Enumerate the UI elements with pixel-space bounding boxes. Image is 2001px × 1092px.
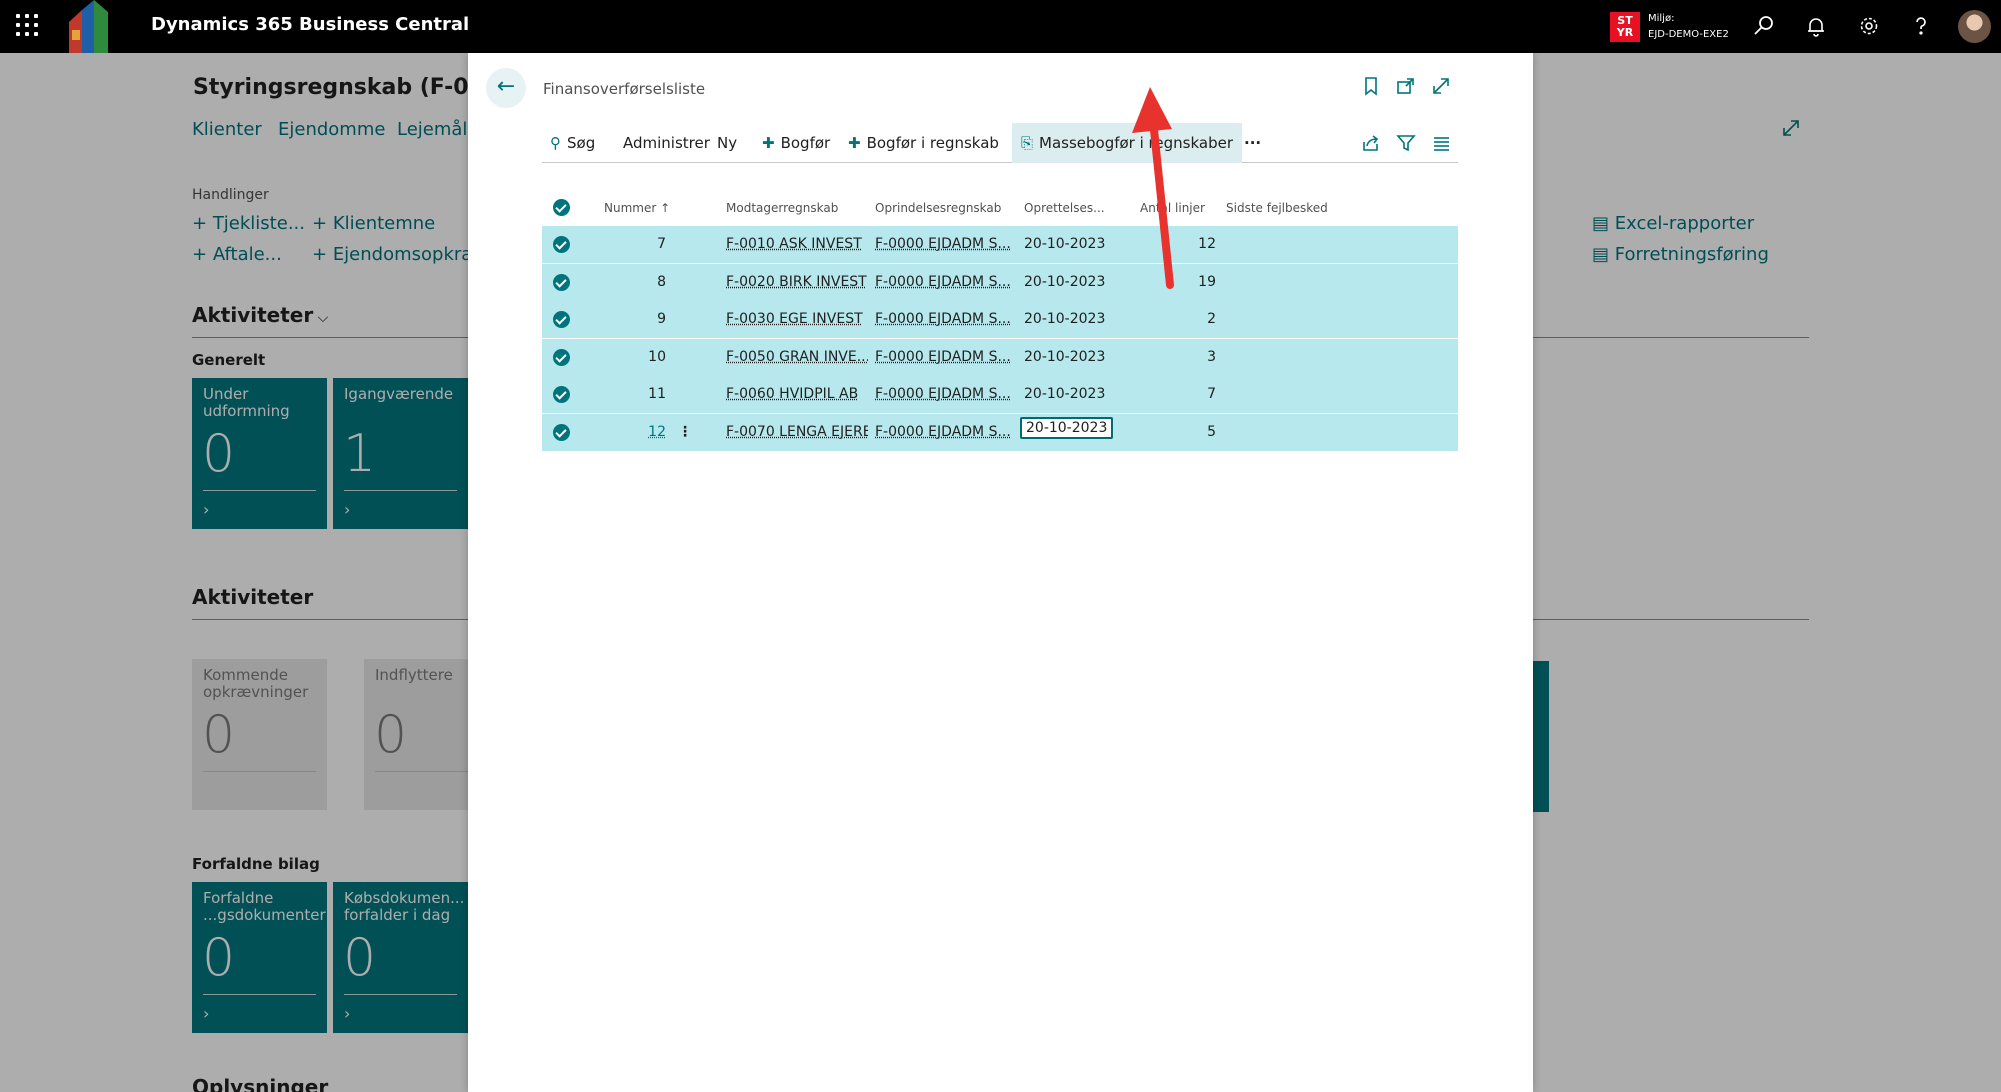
col-receiver[interactable]: Modtagerregnskab: [726, 201, 838, 215]
user-avatar[interactable]: [1958, 10, 1991, 43]
sort-ascending-icon: ↑: [660, 201, 671, 215]
post-in-ledger-label: Bogfør i regnskab: [866, 134, 999, 152]
manage-button[interactable]: Administrer: [623, 123, 710, 163]
app-launcher-icon[interactable]: [16, 14, 38, 36]
gear-icon[interactable]: [1857, 14, 1881, 38]
cell-receiver[interactable]: F-0020 BIRK INVEST: [726, 274, 868, 290]
cell-receiver[interactable]: F-0030 EGE INVEST: [726, 311, 868, 327]
new-label: Ny: [717, 134, 738, 152]
expand-dialog-icon[interactable]: [1430, 75, 1452, 97]
col-number-label: Nummer: [604, 201, 657, 215]
col-number[interactable]: Nummer ↑: [604, 201, 670, 215]
cell-created: 20-10-2023: [1024, 386, 1106, 402]
bookmark-icon[interactable]: [1360, 75, 1382, 97]
col-last-error[interactable]: Sidste fejlbesked: [1226, 201, 1328, 215]
cell-created: 20-10-2023: [1024, 273, 1106, 290]
env-name: EJD-DEMO-EXE2: [1648, 29, 1729, 40]
search-label: Søg: [567, 134, 596, 152]
help-icon[interactable]: [1909, 14, 1933, 38]
company-logo: [69, 0, 108, 53]
col-created[interactable]: Oprettelses...: [1024, 201, 1105, 215]
post-button[interactable]: ✚ Bogfør: [762, 123, 830, 163]
bell-icon[interactable]: [1804, 14, 1828, 38]
cell-lines: 7: [1207, 386, 1216, 402]
cell-number: 11: [648, 386, 666, 402]
cell-number: 8: [657, 273, 666, 290]
env-label: Miljø:: [1648, 13, 1675, 24]
transfer-list-dialog: ← Finansoverførselsliste ⚲ Søg Administre…: [468, 53, 1533, 1092]
table-row[interactable]: 9 F-0030 EGE INVEST F-0000 EJDADM S... 2…: [542, 301, 1458, 338]
cell-origin[interactable]: F-0000 EJDADM S...: [875, 386, 1015, 402]
table-row[interactable]: 11 F-0060 HVIDPIL AB F-0000 EJDADM S... …: [542, 376, 1458, 413]
row-menu-icon[interactable]: ⋮: [678, 424, 692, 440]
env-badge-line2: YR: [1616, 26, 1634, 39]
back-arrow-icon[interactable]: ←: [486, 68, 526, 108]
post-in-ledger-button[interactable]: ✚ Bogfør i regnskab: [848, 123, 999, 163]
environment-badge: ST YR: [1610, 12, 1640, 42]
cell-receiver[interactable]: F-0070 LENGA EJERE: [726, 424, 868, 440]
top-bar: Dynamics 365 Business Central ST YR Milj…: [0, 0, 2001, 53]
cell-origin[interactable]: F-0000 EJDADM S...: [875, 424, 1015, 440]
row-checkbox[interactable]: [553, 273, 570, 291]
cell-receiver[interactable]: F-0050 GRAN INVE...: [726, 349, 868, 365]
clipboard-icon: ⎘: [1021, 134, 1034, 152]
post-plus-icon: ✚: [762, 134, 775, 152]
row-checkbox[interactable]: [553, 311, 570, 328]
cell-created: 20-10-2023: [1024, 236, 1106, 252]
table-row[interactable]: 10 F-0050 GRAN INVE... F-0000 EJDADM S..…: [542, 338, 1458, 376]
post-label: Bogfør: [780, 134, 831, 152]
cell-number[interactable]: 12: [604, 424, 666, 440]
post-plus-icon: ✚: [848, 134, 861, 152]
row-checkbox[interactable]: [553, 423, 570, 441]
cell-created-input[interactable]: 20-10-2023: [1020, 416, 1114, 439]
cell-receiver[interactable]: F-0060 HVIDPIL AB: [726, 386, 868, 402]
annotation-arrow: [1132, 87, 1174, 289]
grid-header: Nummer ↑ Modtagerregnskab Oprindelsesreg…: [542, 193, 1458, 223]
cell-receiver[interactable]: F-0010 ASK INVEST: [726, 236, 868, 252]
cell-lines: 3: [1207, 348, 1216, 365]
cell-created: 20-10-2023: [1024, 348, 1106, 365]
cell-lines: 2: [1207, 311, 1216, 327]
cell-origin[interactable]: F-0000 EJDADM S...: [875, 311, 1015, 327]
table-row[interactable]: 8 F-0020 BIRK INVEST F-0000 EJDADM S... …: [542, 263, 1458, 301]
table-row[interactable]: 12 ⋮ F-0070 LENGA EJERE F-0000 EJDADM S.…: [542, 413, 1458, 451]
search-icon: ⚲: [550, 134, 561, 152]
cell-origin[interactable]: F-0000 EJDADM S...: [875, 274, 1015, 290]
list-view-icon[interactable]: [1430, 132, 1452, 154]
more-actions-button[interactable]: ···: [1244, 123, 1261, 163]
filter-icon[interactable]: [1395, 132, 1417, 154]
share-icon[interactable]: [1360, 132, 1382, 154]
cell-number: 10: [648, 348, 666, 365]
app-title[interactable]: Dynamics 365 Business Central: [151, 14, 469, 35]
cell-created: 20-10-2023: [1024, 311, 1106, 327]
cell-lines: 5: [1207, 423, 1216, 440]
dialog-title: Finansoverførselsliste: [543, 80, 706, 98]
table-row[interactable]: 7 F-0010 ASK INVEST F-0000 EJDADM S... 2…: [542, 226, 1458, 263]
environment-info[interactable]: Miljø: EJD-DEMO-EXE2: [1648, 11, 1729, 43]
row-checkbox[interactable]: [553, 348, 570, 366]
action-bar: ⚲ Søg Administrer Ny ✚ Bogfør ✚ Bogfør i re…: [542, 123, 1458, 163]
search-button[interactable]: ⚲ Søg: [550, 123, 595, 163]
search-icon[interactable]: [1752, 14, 1776, 38]
col-origin[interactable]: Oprindelsesregnskab: [875, 201, 1001, 215]
cell-number: 9: [657, 311, 666, 327]
open-new-window-icon[interactable]: [1395, 75, 1417, 97]
manage-label: Administrer: [623, 134, 710, 152]
new-button[interactable]: Ny: [717, 123, 737, 163]
row-checkbox[interactable]: [553, 236, 570, 253]
row-checkbox[interactable]: [553, 386, 570, 403]
cell-origin[interactable]: F-0000 EJDADM S...: [875, 349, 1015, 365]
cell-number: 7: [657, 236, 666, 252]
cell-origin[interactable]: F-0000 EJDADM S...: [875, 236, 1015, 252]
select-all-checkbox[interactable]: [553, 199, 570, 216]
